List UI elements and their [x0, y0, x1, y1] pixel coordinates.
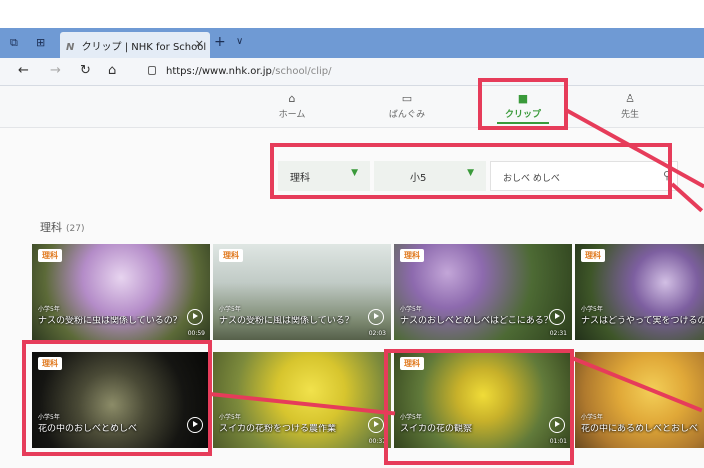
- video-camera-icon: ■: [517, 92, 529, 105]
- play-icon[interactable]: [368, 309, 384, 325]
- clip-card[interactable]: 小学5年 花の中にあるめしべとおしべ: [575, 352, 704, 448]
- home-icon: ⌂: [288, 92, 296, 105]
- play-icon[interactable]: [187, 309, 203, 325]
- play-icon[interactable]: [187, 417, 203, 433]
- clip-grade: 小学5年: [400, 306, 422, 313]
- url-host: https://www.nhk.or.jp: [166, 66, 272, 77]
- subject-badge: 理科: [400, 357, 424, 370]
- nav-home-label: ホーム: [278, 110, 306, 120]
- clip-title: ナスのおしべとめしべはどこにある？: [400, 316, 548, 326]
- tv-icon: ▭: [401, 92, 413, 105]
- clip-title: スイカの花粉をつける農作業: [219, 424, 337, 434]
- teacher-icon: ♙: [625, 92, 635, 105]
- nav-clips[interactable]: ■ クリップ: [483, 92, 563, 124]
- browser-tab-clip[interactable]: N クリップ | NHK for School ×: [60, 32, 210, 58]
- tab-actions-icon[interactable]: ⧉: [10, 36, 18, 50]
- new-tab-button[interactable]: +: [214, 34, 226, 50]
- clip-card[interactable]: 理科 小学5年 ナスの受粉に虫は関係しているの？ 00:59: [32, 244, 210, 340]
- subject-badge: 理科: [38, 357, 62, 370]
- subject-badge: 理科: [581, 249, 605, 262]
- clip-duration: 02:03: [368, 330, 386, 337]
- tab-title: クリップ | NHK for School: [81, 42, 207, 53]
- clip-title: ナスはどうやって実をつけるの？: [581, 316, 704, 326]
- section-title-label: 理科: [40, 221, 62, 234]
- subject-badge: 理科: [38, 249, 62, 262]
- clip-card[interactable]: 小学5年 スイカの花粉をつける農作業 00:37: [213, 352, 391, 448]
- chevron-down-icon: ▼: [351, 168, 358, 178]
- forward-arrow-icon[interactable]: →: [50, 63, 61, 78]
- clip-duration: 02:31: [549, 330, 567, 337]
- site-navigation: ⌂ ホーム ▭ ばんぐみ ■ クリップ ♙ 先生: [0, 86, 704, 128]
- clip-grade: 小学5年: [219, 306, 241, 313]
- browser-tab-bar: ⧉ ⊞ N クリップ | NHK for School × + ∨: [0, 28, 704, 58]
- subject-select[interactable]: 理科 ▼: [278, 161, 370, 191]
- clip-title: ナスの受粉に虫は関係しているの？: [38, 316, 182, 326]
- subject-select-value: 理科: [290, 173, 310, 184]
- clip-card[interactable]: 理科 小学5年 ナスはどうやって実をつけるの？: [575, 244, 704, 340]
- nav-teachers-label: 先生: [620, 110, 639, 120]
- browser-address-bar: ← → ↻ ⌂ https://www.nhk.or.jp/school/cli…: [0, 58, 704, 86]
- clip-grade: 小学5年: [400, 414, 422, 421]
- nav-programs[interactable]: ▭ ばんぐみ: [367, 92, 447, 120]
- clip-title: 花の中にあるめしべとおしべ: [581, 424, 699, 434]
- tab-list-icon[interactable]: ⊞: [36, 36, 45, 49]
- grade-select-value: 小5: [410, 173, 427, 184]
- clip-title: 花の中のおしべとめしべ: [38, 424, 138, 434]
- section-title: 理科 (27): [40, 219, 84, 235]
- section-count: (27): [66, 224, 85, 234]
- back-arrow-icon[interactable]: ←: [18, 63, 29, 78]
- subject-badge: 理科: [219, 249, 243, 262]
- clip-grade: 小学5年: [581, 306, 603, 313]
- clip-grade: 小学5年: [219, 414, 241, 421]
- home-icon[interactable]: ⌂: [108, 63, 116, 78]
- clip-card[interactable]: 理科 小学5年 ナスの受粉に風は関係している？ 02:03: [213, 244, 391, 340]
- tab-menu-icon[interactable]: ∨: [236, 36, 243, 47]
- keyword-search-input[interactable]: おしべ めしべ ⚲: [490, 161, 678, 191]
- play-icon[interactable]: [549, 309, 565, 325]
- subject-badge: 理科: [400, 249, 424, 262]
- clip-grade: 小学5年: [581, 414, 603, 421]
- nav-home[interactable]: ⌂ ホーム: [252, 92, 332, 120]
- nav-programs-label: ばんぐみ: [388, 110, 426, 120]
- url-path: /school/clip/: [271, 66, 332, 77]
- clip-duration: 00:37: [368, 438, 386, 445]
- play-icon[interactable]: [368, 417, 384, 433]
- clip-grade: 小学5年: [38, 306, 60, 313]
- nhk-favicon-icon: N: [66, 42, 75, 53]
- keyword-search-value: おしべ めしべ: [503, 174, 560, 184]
- clip-grade: 小学5年: [38, 414, 60, 421]
- refresh-icon[interactable]: ↻: [80, 63, 91, 78]
- grade-select[interactable]: 小5 ▼: [374, 161, 486, 191]
- main-content: 理科 ▼ 小5 ▼ おしべ めしべ ⚲ 理科 (27) 理科 小学5年 ナスの受粉…: [0, 128, 704, 468]
- clip-title: ナスの受粉に風は関係している？: [219, 316, 354, 326]
- nav-clips-label: クリップ: [504, 110, 541, 120]
- nav-teachers[interactable]: ♙ 先生: [590, 92, 670, 120]
- play-icon[interactable]: [549, 417, 565, 433]
- search-icon[interactable]: ⚲: [663, 169, 671, 182]
- filter-bar: 理科 ▼ 小5 ▼ おしべ めしべ ⚲: [278, 157, 678, 193]
- clip-duration: 01:01: [549, 438, 567, 445]
- clip-card[interactable]: 理科 小学5年 花の中のおしべとめしべ: [32, 352, 210, 448]
- tab-close-icon[interactable]: ×: [195, 37, 204, 50]
- lock-icon: [148, 66, 156, 75]
- clip-card[interactable]: 理科 小学5年 スイカの花の観察 01:01: [394, 352, 572, 448]
- url-field[interactable]: https://www.nhk.or.jp/school/clip/: [166, 66, 331, 77]
- clip-duration: 00:59: [187, 330, 205, 337]
- chevron-down-icon: ▼: [467, 168, 474, 178]
- clip-card[interactable]: 理科 小学5年 ナスのおしべとめしべはどこにある？ 02:31: [394, 244, 572, 340]
- clip-title: スイカの花の観察: [400, 424, 473, 434]
